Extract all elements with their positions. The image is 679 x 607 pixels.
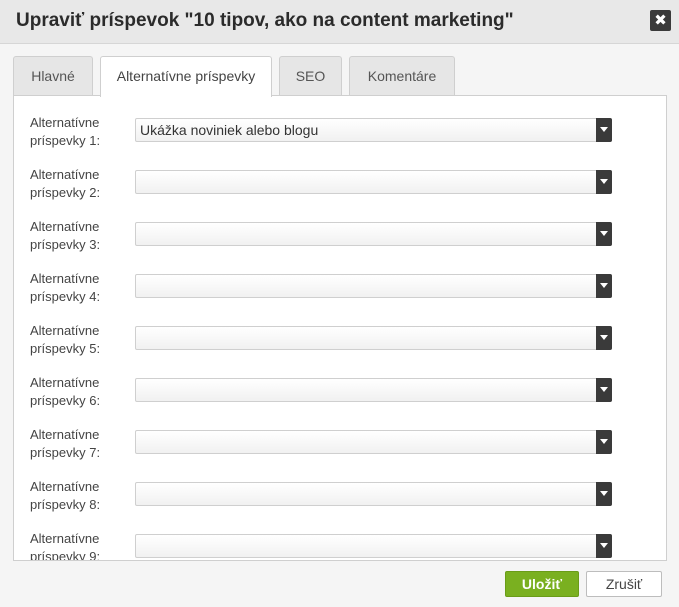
alternative-post-row-3: Alternatívne príspevky 3: bbox=[14, 218, 666, 270]
alternative-post-row-6: Alternatívne príspevky 6: bbox=[14, 374, 666, 426]
chevron-down-icon[interactable] bbox=[596, 118, 612, 142]
chevron-down-icon[interactable] bbox=[596, 482, 612, 506]
alternative-post-select-5[interactable] bbox=[135, 326, 612, 350]
field-label: Alternatívne príspevky 8: bbox=[30, 479, 101, 512]
alternative-post-select-9[interactable] bbox=[135, 534, 612, 558]
dialog-title: Upraviť príspevok "10 tipov, ako na cont… bbox=[16, 10, 514, 31]
alternative-post-row-4: Alternatívne príspevky 4: bbox=[14, 270, 666, 322]
alternative-post-select-7[interactable] bbox=[135, 430, 612, 454]
dialog-footer: Uložiť Zrušiť bbox=[0, 561, 679, 607]
alternative-posts-panel: Alternatívne príspevky 1: Ukážka noviniek… bbox=[13, 95, 667, 561]
alternative-post-row-8: Alternatívne príspevky 8: bbox=[14, 478, 666, 530]
tab-main[interactable]: Hlavné bbox=[13, 56, 93, 96]
alternative-post-row-5: Alternatívne príspevky 5: bbox=[14, 322, 666, 374]
chevron-down-icon[interactable] bbox=[596, 170, 612, 194]
tab-alternative-posts[interactable]: Alternatívne príspevky bbox=[100, 56, 272, 97]
field-label: Alternatívne príspevky 4: bbox=[30, 271, 101, 304]
dialog-titlebar: Upraviť príspevok "10 tipov, ako na cont… bbox=[0, 0, 679, 44]
alternative-post-select-8[interactable] bbox=[135, 482, 612, 506]
chevron-down-icon[interactable] bbox=[596, 274, 612, 298]
alternative-post-row-1: Alternatívne príspevky 1: Ukážka noviniek… bbox=[14, 114, 666, 166]
select-value: Ukážka noviniek alebo blogu bbox=[140, 122, 319, 138]
field-label: Alternatívne príspevky 1: bbox=[30, 115, 101, 148]
field-label: Alternatívne príspevky 6: bbox=[30, 375, 101, 408]
alternative-post-select-4[interactable] bbox=[135, 274, 612, 298]
chevron-down-icon[interactable] bbox=[596, 222, 612, 246]
alternative-post-row-7: Alternatívne príspevky 7: bbox=[14, 426, 666, 478]
field-label: Alternatívne príspevky 7: bbox=[30, 427, 101, 460]
field-label: Alternatívne príspevky 5: bbox=[30, 323, 101, 356]
alternative-post-select-6[interactable] bbox=[135, 378, 612, 402]
chevron-down-icon[interactable] bbox=[596, 430, 612, 454]
alternative-post-select-3[interactable] bbox=[135, 222, 612, 246]
field-label: Alternatívne príspevky 3: bbox=[30, 219, 101, 252]
save-button[interactable]: Uložiť bbox=[505, 571, 579, 597]
close-icon[interactable]: ✖ bbox=[650, 10, 671, 31]
alternative-post-row-9: Alternatívne príspevky 9: bbox=[14, 530, 666, 561]
chevron-down-icon[interactable] bbox=[596, 378, 612, 402]
field-label: Alternatívne príspevky 2: bbox=[30, 167, 101, 200]
cancel-button[interactable]: Zrušiť bbox=[586, 571, 662, 597]
edit-post-dialog: Upraviť príspevok "10 tipov, ako na cont… bbox=[0, 0, 679, 607]
alternative-post-select-1[interactable]: Ukážka noviniek alebo blogu bbox=[135, 118, 612, 142]
tab-seo[interactable]: SEO bbox=[279, 56, 342, 96]
tab-comments[interactable]: Komentáre bbox=[349, 56, 455, 96]
chevron-down-icon[interactable] bbox=[596, 534, 612, 558]
field-label: Alternatívne príspevky 9: bbox=[30, 531, 101, 561]
alternative-post-row-2: Alternatívne príspevky 2: bbox=[14, 166, 666, 218]
chevron-down-icon[interactable] bbox=[596, 326, 612, 350]
alternative-post-select-2[interactable] bbox=[135, 170, 612, 194]
